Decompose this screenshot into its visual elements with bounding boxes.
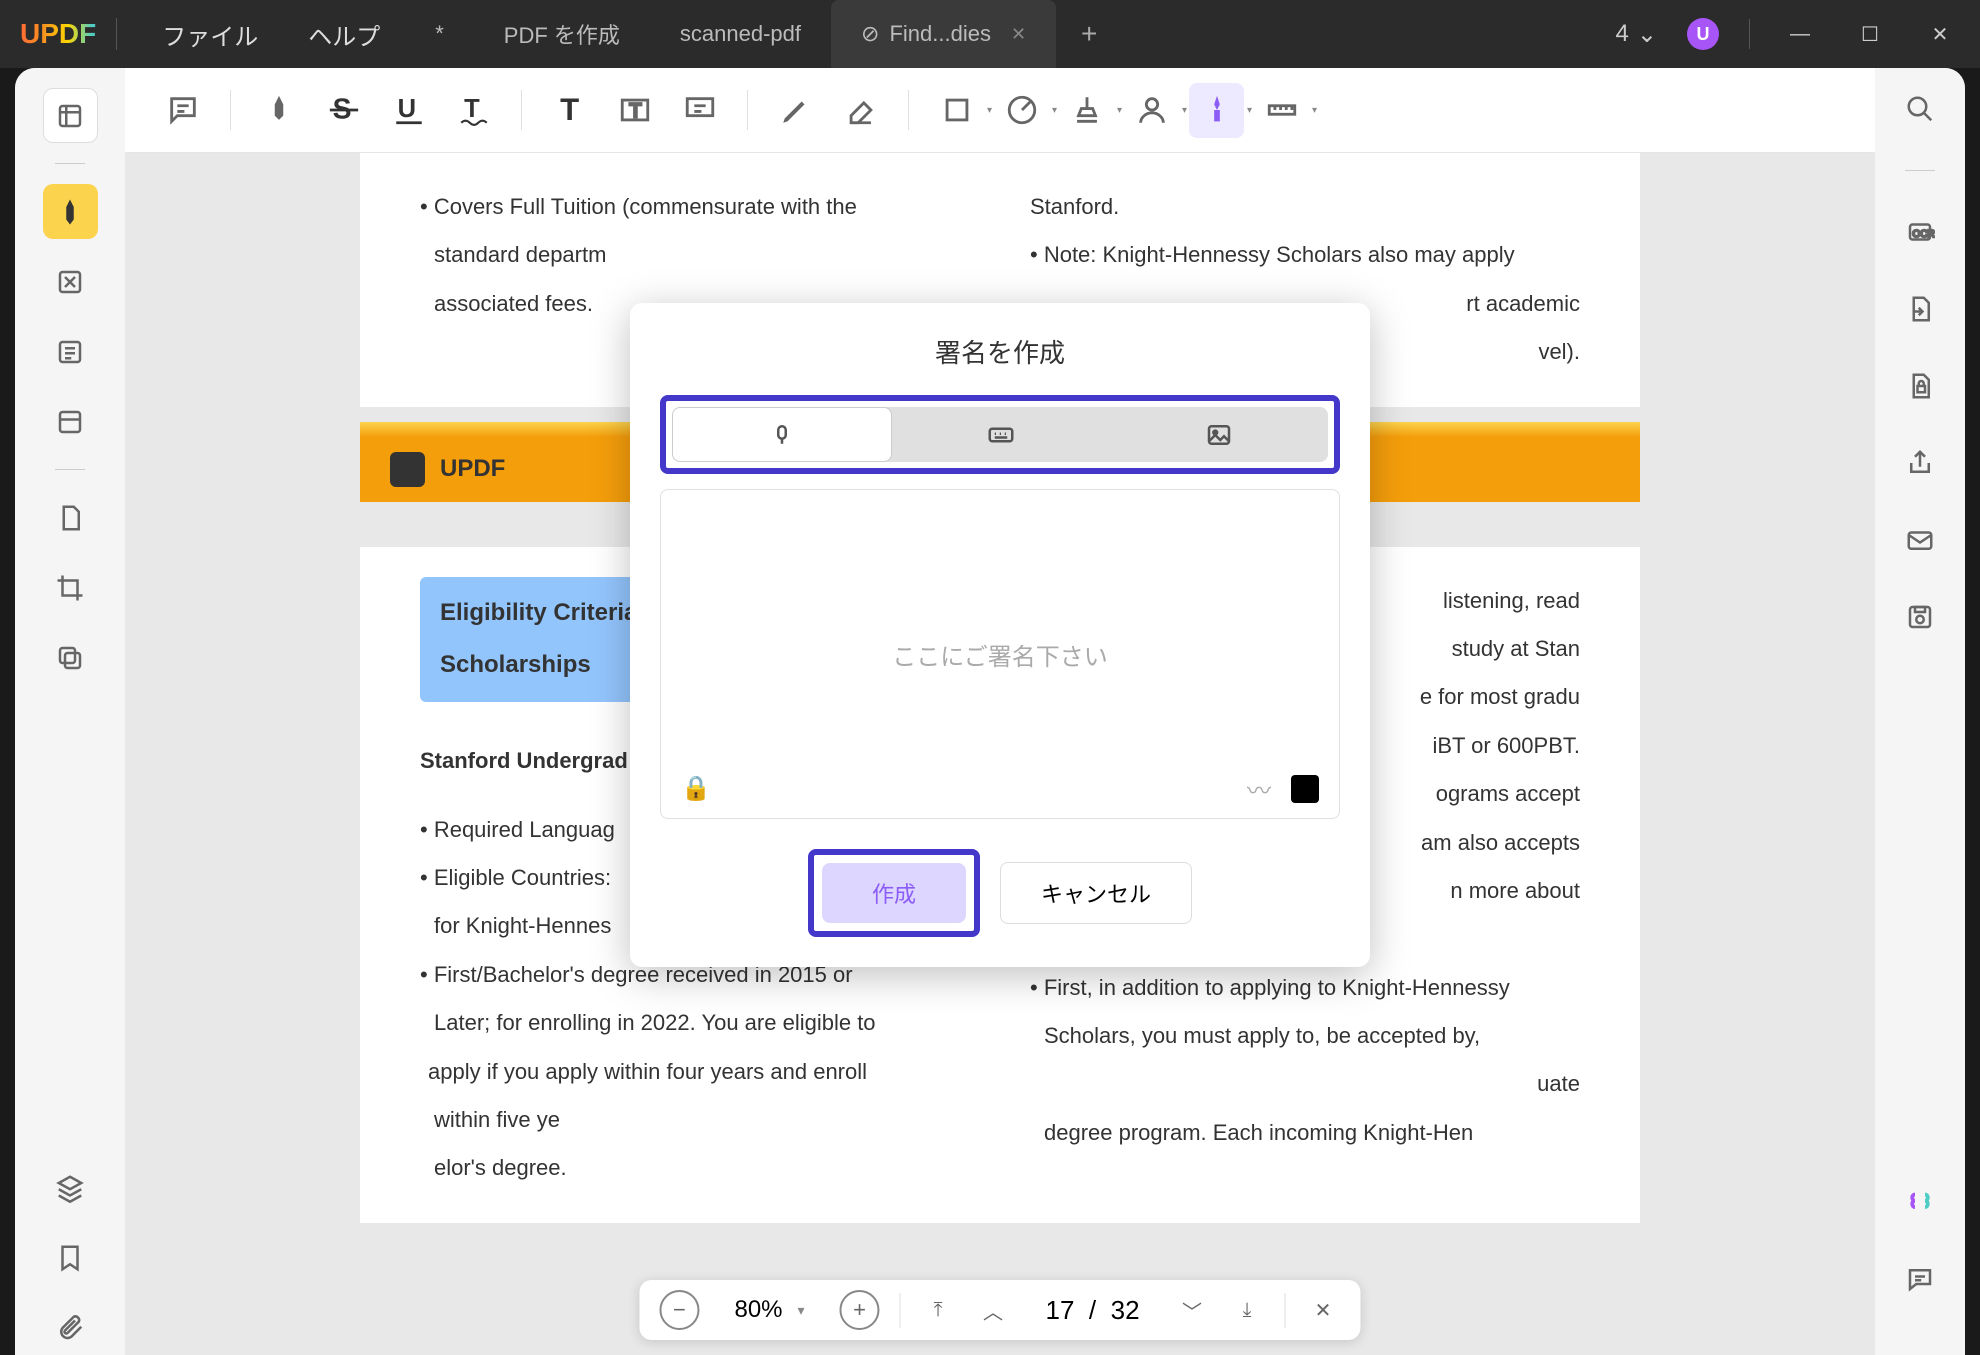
bookmark-tool[interactable] — [43, 1230, 98, 1285]
tab-add-button[interactable]: + — [1056, 18, 1122, 50]
stamp-tool[interactable]: ▾ — [1059, 83, 1114, 138]
highlight-tool[interactable] — [43, 184, 98, 239]
tab-unsaved[interactable]: * — [405, 0, 474, 68]
tab-scanned[interactable]: scanned-pdf — [650, 0, 831, 68]
svg-text:T: T — [629, 100, 641, 122]
sticker-tool[interactable]: ▾ — [994, 83, 1049, 138]
tab-label: scanned-pdf — [680, 21, 801, 47]
edit-text-tool[interactable] — [43, 254, 98, 309]
mail-button[interactable] — [1899, 519, 1941, 561]
svg-text:U: U — [397, 95, 415, 123]
signature-draw-tab[interactable] — [672, 407, 892, 462]
organize-tool[interactable] — [43, 394, 98, 449]
highlight-text-tool[interactable] — [251, 83, 306, 138]
modal-title: 署名を作成 — [660, 333, 1340, 370]
tab-count[interactable]: 4 ⌄ — [1616, 20, 1657, 49]
tab-close-icon[interactable]: ✕ — [1011, 24, 1026, 45]
export-button[interactable] — [1899, 288, 1941, 330]
shape-tool[interactable]: ▾ — [929, 83, 984, 138]
callout-tool[interactable] — [672, 83, 727, 138]
search-button[interactable] — [1899, 88, 1941, 130]
chevron-down-icon: ▾ — [1312, 105, 1317, 116]
tab-disabled-icon: ⊘ — [861, 21, 879, 47]
tab-count-value: 4 — [1616, 20, 1629, 48]
tab-label: Find...dies — [889, 21, 991, 47]
protect-button[interactable] — [1899, 365, 1941, 407]
lock-icon[interactable]: 🔒 — [681, 774, 711, 803]
comment-panel-button[interactable] — [1899, 1258, 1941, 1300]
pencil-tool[interactable] — [768, 83, 823, 138]
ai-button[interactable] — [1899, 1181, 1941, 1223]
layers-tool[interactable] — [43, 1160, 98, 1215]
stroke-style-icon[interactable]: 〰 — [1247, 771, 1271, 806]
menu-file[interactable]: ファイル — [137, 17, 283, 52]
close-button[interactable]: ✕ — [1920, 22, 1960, 47]
signature-modal: 署名を作成 ここにご署名下さい 🔒 〰 — [630, 303, 1370, 967]
tab-find[interactable]: ⊘ Find...dies ✕ — [831, 0, 1056, 68]
text-tool[interactable]: T — [542, 83, 597, 138]
crop-tool[interactable] — [43, 560, 98, 615]
underline-tool[interactable]: U — [381, 83, 436, 138]
thumbnails-tool[interactable] — [43, 88, 98, 143]
page-tool[interactable] — [43, 490, 98, 545]
signature-image-tab[interactable] — [1110, 407, 1328, 462]
strikethrough-tool[interactable]: S — [316, 83, 371, 138]
chevron-down-icon: ⌄ — [1637, 20, 1657, 49]
create-button-highlight: 作成 — [808, 849, 980, 937]
chevron-down-icon: ▾ — [1117, 105, 1122, 116]
squiggly-tool[interactable]: T — [446, 83, 501, 138]
tab-label: * — [435, 21, 444, 47]
ocr-button[interactable]: OCR — [1899, 211, 1941, 253]
svg-text:T: T — [560, 93, 579, 127]
minimize-button[interactable]: — — [1780, 23, 1820, 46]
comment-tool[interactable] — [155, 83, 210, 138]
form-tool[interactable] — [43, 324, 98, 379]
app-logo: UPDF — [20, 18, 117, 50]
maximize-button[interactable]: ☐ — [1850, 22, 1890, 47]
share-button[interactable] — [1899, 442, 1941, 484]
signature-canvas[interactable]: ここにご署名下さい 🔒 〰 — [660, 489, 1340, 819]
svg-text:T: T — [464, 95, 480, 123]
signature-color-picker[interactable] — [1291, 775, 1319, 803]
menu-help[interactable]: ヘルプ — [283, 17, 405, 52]
svg-text:OCR: OCR — [1913, 229, 1935, 240]
signature-keyboard-tab[interactable] — [892, 407, 1110, 462]
ruler-tool[interactable]: ▾ — [1254, 83, 1309, 138]
save-button[interactable] — [1899, 596, 1941, 638]
chevron-down-icon: ▾ — [1052, 105, 1057, 116]
signature-method-highlight — [660, 395, 1340, 474]
chevron-down-icon: ▾ — [987, 105, 992, 116]
textbox-tool[interactable]: T — [607, 83, 662, 138]
attachment-tool[interactable] — [43, 1300, 98, 1355]
signature-placeholder: ここにご署名下さい — [892, 637, 1108, 672]
eraser-tool[interactable] — [833, 83, 888, 138]
signature-tool[interactable]: ▾ — [1189, 83, 1244, 138]
tab-label: PDF を作成 — [504, 18, 620, 50]
copy-tool[interactable] — [43, 630, 98, 685]
create-button[interactable]: 作成 — [822, 863, 966, 923]
cancel-button[interactable]: キャンセル — [1000, 862, 1192, 924]
chevron-down-icon: ▾ — [1182, 105, 1187, 116]
user-avatar[interactable]: U — [1687, 18, 1719, 50]
person-stamp-tool[interactable]: ▾ — [1124, 83, 1179, 138]
chevron-down-icon: ▾ — [1247, 105, 1252, 116]
tab-create-pdf[interactable]: PDF を作成 — [474, 0, 650, 68]
